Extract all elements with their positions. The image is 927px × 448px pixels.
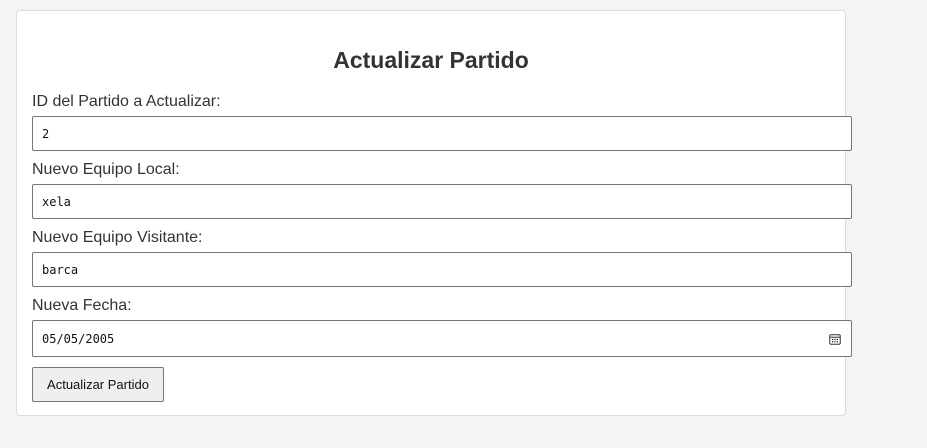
form-title: Actualizar Partido [333,47,529,73]
match-id-input[interactable]: 2 [32,116,852,151]
match-id-value: 2 [42,126,50,141]
update-match-form-card: Actualizar Partido ID del Partido a Actu… [16,10,852,416]
home-team-label: Nuevo Equipo Local: [32,161,180,178]
calendar-icon[interactable] [829,333,841,345]
home-team-input[interactable]: xela [32,184,852,219]
away-team-input[interactable]: barca [32,252,852,287]
match-id-label: ID del Partido a Actualizar: [32,93,221,110]
date-input[interactable]: 05/05/2005 [32,320,852,357]
away-team-label: Nuevo Equipo Visitante: [32,229,203,246]
date-value: 05/05/2005 [42,331,115,346]
home-team-value: xela [42,194,71,209]
away-team-value: barca [42,262,79,277]
update-match-button[interactable]: Actualizar Partido [32,367,164,402]
date-label: Nueva Fecha: [32,297,132,314]
